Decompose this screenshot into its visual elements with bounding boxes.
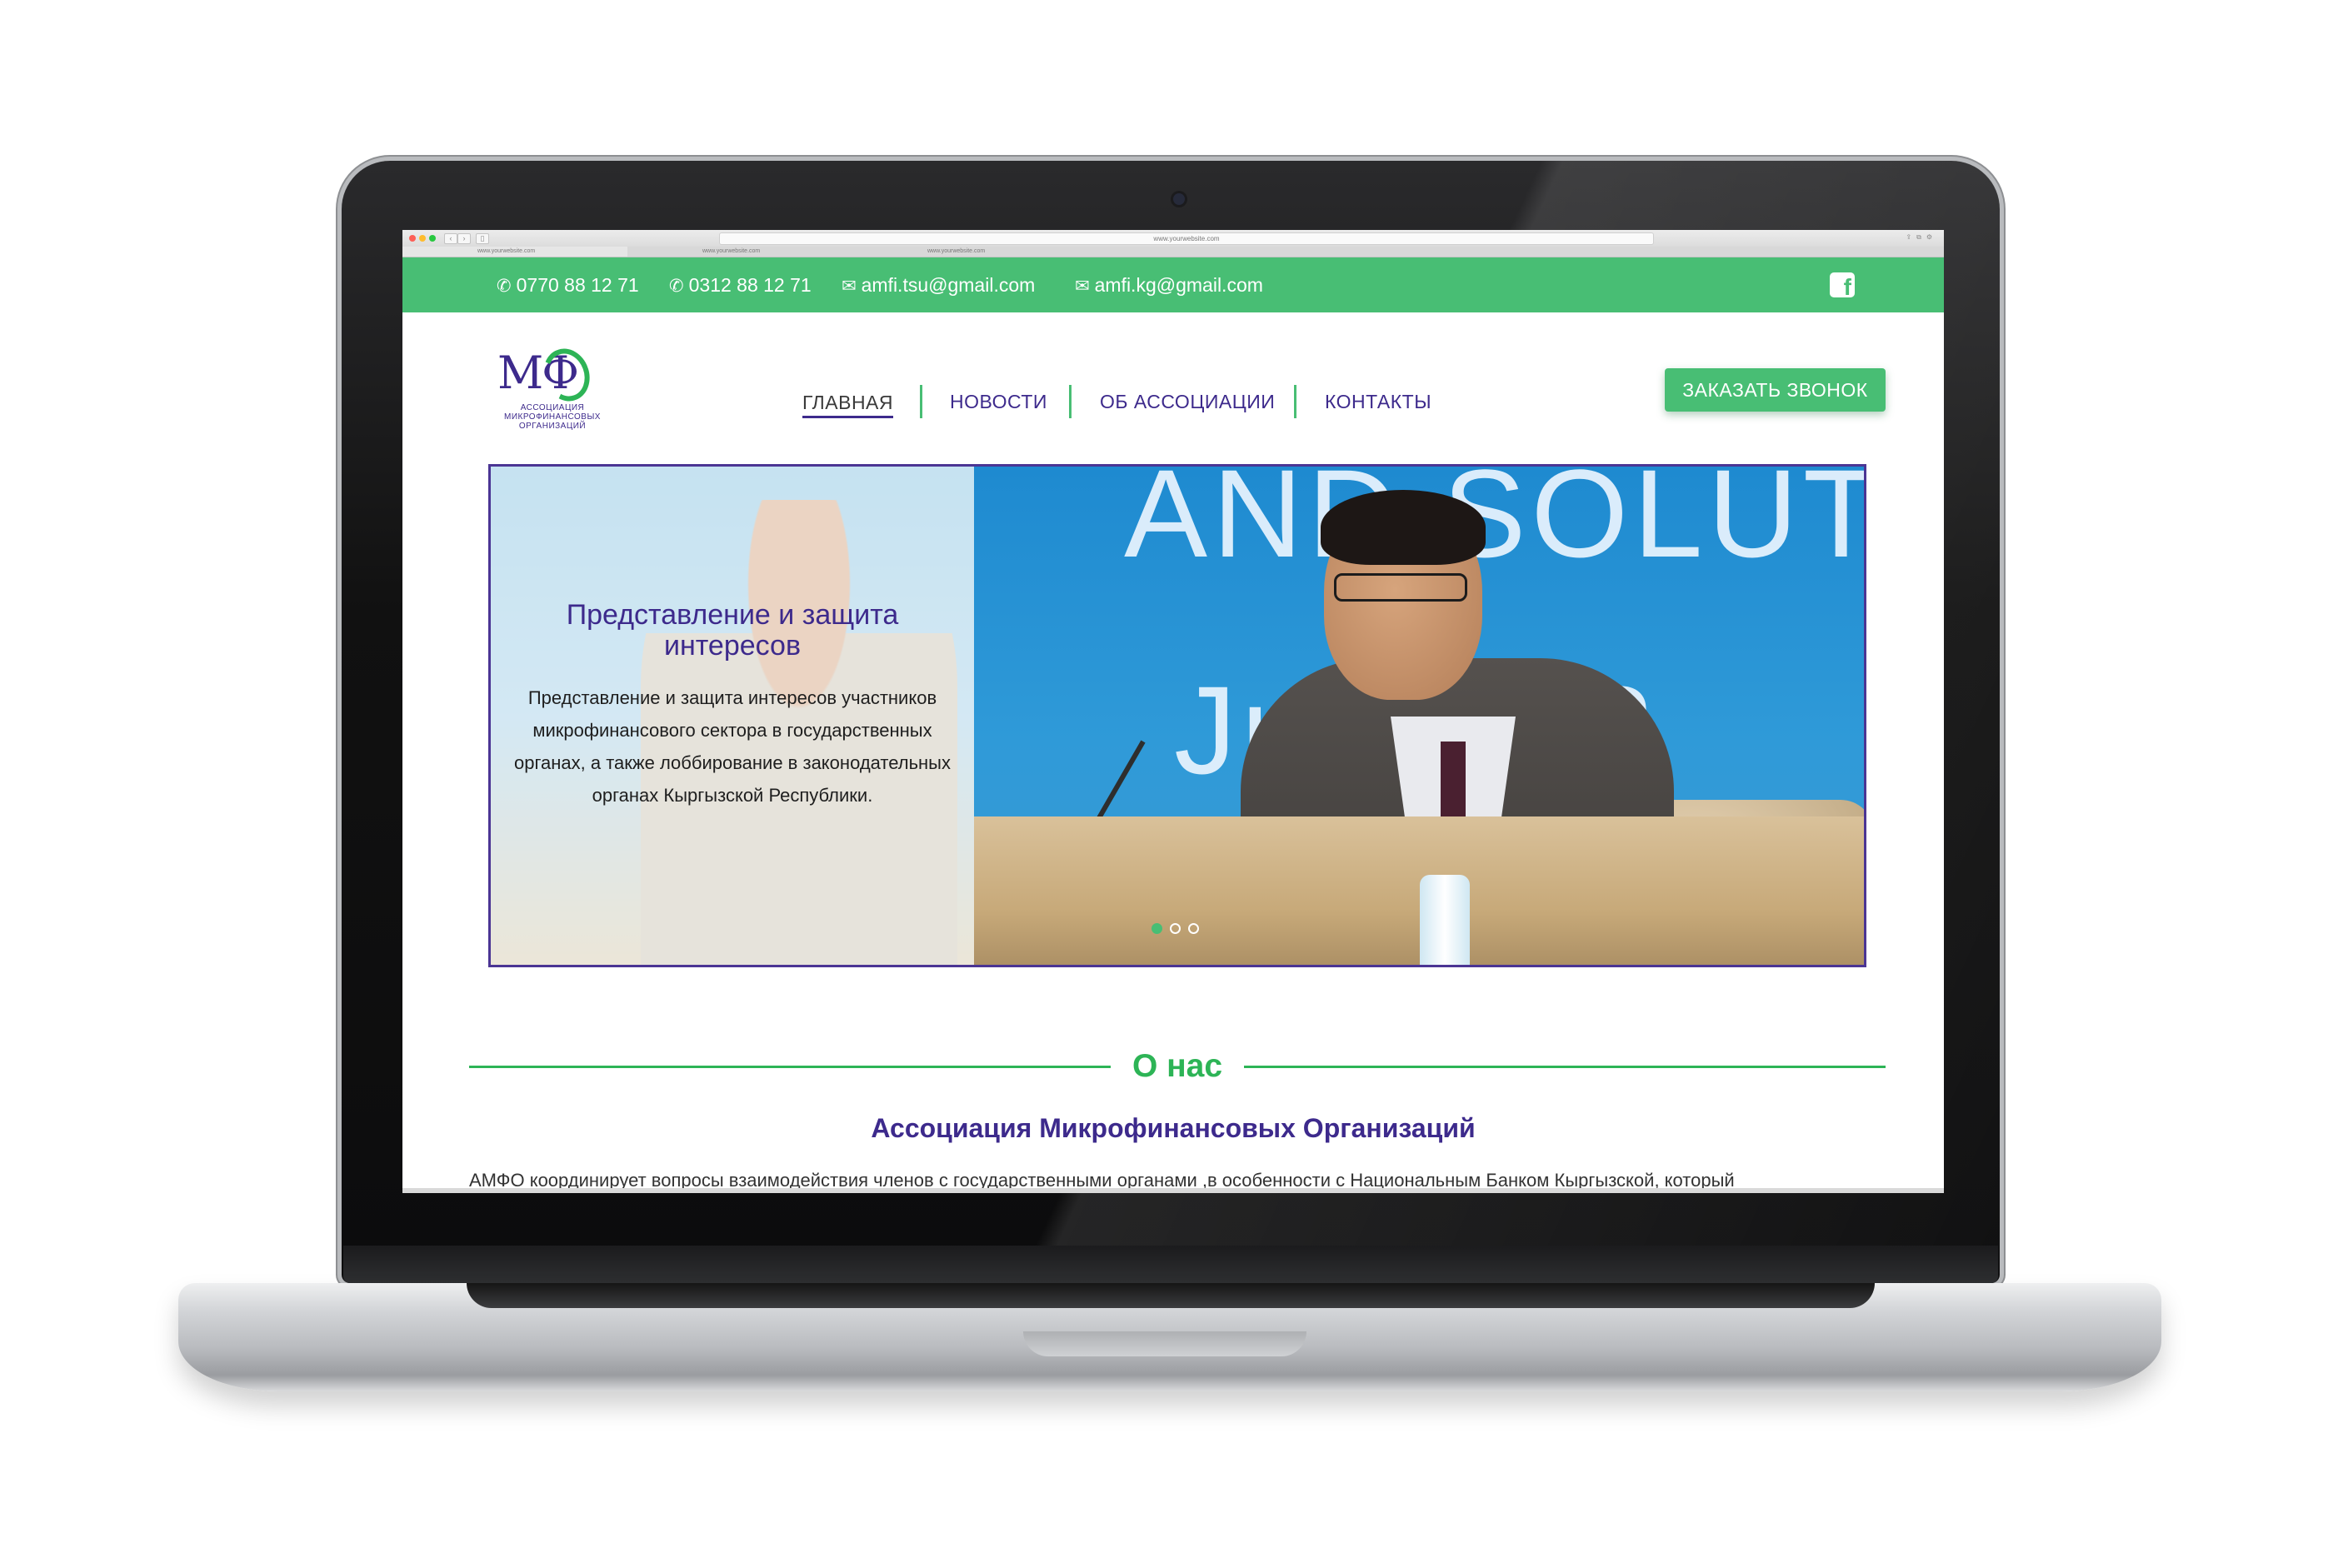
nav-item-news[interactable]: НОВОСТИ xyxy=(950,385,1047,418)
address-bar[interactable]: www.yourwebsite.com xyxy=(719,232,1654,245)
slide-title: Представление и защита интересов xyxy=(566,599,899,662)
mail-icon: ✉ xyxy=(842,277,857,296)
sidebar-icon[interactable]: ▯ xyxy=(476,233,489,244)
section-divider xyxy=(469,1066,1111,1068)
email-link-2[interactable]: ✉ amfi.kg@gmail.com xyxy=(1075,257,1263,312)
minimize-window-button[interactable] xyxy=(419,235,426,242)
logo-caption-line: АССОЦИАЦИЯ xyxy=(520,403,585,412)
logo-caption-line: ОРГАНИЗАЦИЙ xyxy=(518,422,587,431)
webcam xyxy=(1173,193,1185,205)
water-bottle xyxy=(1420,875,1470,965)
browser-tab-strip: www.yourwebsite.com www.yourwebsite.com … xyxy=(402,247,1944,257)
nav-item-home[interactable]: ГЛАВНАЯ xyxy=(802,387,893,418)
screen: ‹ › ▯ www.yourwebsite.com ⇪⧉⚙ www.yourwe… xyxy=(402,230,1944,1193)
slide-caption-panel: Представление и защита интересов Предста… xyxy=(491,467,974,965)
screen-edge xyxy=(402,1188,1944,1193)
logo-caption-line: МИКРОФИНАНСОВЫХ xyxy=(504,412,601,422)
nav-divider xyxy=(920,385,922,418)
hero-slider[interactable]: AND SOLUTIO Ju 26, 2 Представление и защ… xyxy=(488,464,1866,967)
back-icon[interactable]: ‹ xyxy=(444,233,457,244)
email-address: amfi.tsu@gmail.com xyxy=(861,274,1036,296)
speaker-glasses xyxy=(1334,573,1467,602)
close-window-button[interactable] xyxy=(409,235,416,242)
lid-bezel-bottom xyxy=(343,1246,1998,1283)
speaker-hair xyxy=(1321,490,1486,565)
phone-number: 0770 88 12 71 xyxy=(516,274,639,296)
browser-tab[interactable]: www.yourwebsite.com xyxy=(852,247,1077,257)
backdrop-banner-text: AND SOLUTIO xyxy=(1124,464,1864,583)
phone-link-2[interactable]: ✆ 0312 88 12 71 xyxy=(669,257,812,312)
forward-icon[interactable]: › xyxy=(457,233,471,244)
phone-icon: ✆ xyxy=(669,277,684,296)
browser-tab[interactable]: www.yourwebsite.com xyxy=(627,247,852,257)
nav-item-about[interactable]: ОБ АССОЦИАЦИИ xyxy=(1100,385,1275,418)
section-heading: О нас xyxy=(1132,1048,1223,1084)
contact-bar: ✆ 0770 88 12 71 ✆ 0312 88 12 71 ✉ amfi.tsu@… xyxy=(402,257,1944,312)
browser-toolbar: ‹ › ▯ www.yourwebsite.com ⇪⧉⚙ xyxy=(402,230,1944,247)
facebook-icon[interactable]: f xyxy=(1830,272,1855,297)
request-call-button[interactable]: ЗАКАЗАТЬ ЗВОНОК xyxy=(1665,368,1886,412)
email-link-1[interactable]: ✉ amfi.tsu@gmail.com xyxy=(842,257,1035,312)
nav-item-contacts[interactable]: КОНТАКТЫ xyxy=(1325,385,1431,418)
slider-dot[interactable] xyxy=(1188,923,1199,934)
lid-opening-notch xyxy=(1023,1331,1306,1356)
keyboard-hinge xyxy=(467,1283,1875,1308)
phone-icon: ✆ xyxy=(497,277,512,296)
nav-divider xyxy=(1294,385,1296,418)
email-address: amfi.kg@gmail.com xyxy=(1094,274,1263,296)
browser-tools-icons[interactable]: ⇪⧉⚙ xyxy=(1906,233,1937,242)
section-subtitle: Ассоциация Микрофинансовых Организаций xyxy=(871,1113,1476,1143)
slide-text: Представление и защита интересов участни… xyxy=(513,687,951,806)
browser-tab[interactable]: www.yourwebsite.com xyxy=(402,247,627,257)
slider-dot[interactable] xyxy=(1170,923,1181,934)
maximize-window-button[interactable] xyxy=(429,235,436,242)
phone-number: 0312 88 12 71 xyxy=(688,274,812,296)
section-divider xyxy=(1244,1066,1886,1068)
site-logo[interactable]: МФ АССОЦИАЦИЯ МИКРОФИНАНСОВЫХ ОРГАНИЗАЦИ… xyxy=(486,342,619,431)
mail-icon: ✉ xyxy=(1075,277,1090,296)
logo-caption: АССОЦИАЦИЯ МИКРОФИНАНСОВЫХ ОРГАНИЗАЦИЙ xyxy=(486,403,619,431)
nav-divider xyxy=(1069,385,1072,418)
slider-dot[interactable] xyxy=(1152,923,1162,934)
phone-link-1[interactable]: ✆ 0770 88 12 71 xyxy=(497,257,639,312)
